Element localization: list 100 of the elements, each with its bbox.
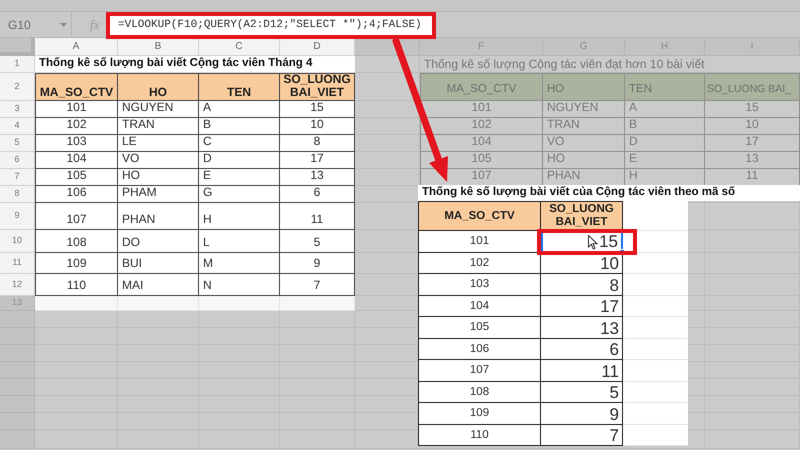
column-header[interactable]: C — [199, 38, 280, 56]
row-header[interactable]: 8 — [0, 186, 35, 203]
table-cell: 17 — [280, 152, 355, 169]
table-cell: 13 — [705, 152, 800, 169]
table-cell[interactable]: 10 — [541, 252, 623, 274]
table-cell: 10 — [280, 118, 355, 135]
header-cell — [0, 362, 35, 379]
header-cell — [0, 379, 35, 396]
formula-field[interactable]: =VLOOKUP(F10;QUERY(A2:D12;"SELECT *");4;FALSE) — [106, 12, 436, 39]
column-header[interactable]: D — [280, 38, 355, 56]
table-cell: 104 — [35, 152, 118, 169]
table-title: Thống kê số lượng bài viết của Cộng tác viên theo mã số — [418, 185, 800, 201]
table-cell: 104 — [420, 135, 543, 152]
table-cell: VO — [118, 152, 199, 169]
table-cell: 15 — [280, 101, 355, 118]
table-cell: TRAN — [543, 118, 625, 135]
table-cell: D — [199, 152, 280, 169]
table-cell: 17 — [705, 135, 800, 152]
row-header[interactable]: 7 — [0, 169, 35, 186]
table-cell[interactable]: 17 — [541, 296, 623, 317]
table-cell: 5 — [280, 230, 355, 253]
name-box[interactable]: G10 — [0, 12, 72, 37]
row-header[interactable]: 10 — [0, 230, 35, 253]
table-cell: M — [199, 253, 280, 274]
table-cell: H — [199, 203, 280, 230]
column-header[interactable]: B — [118, 38, 199, 56]
row-header[interactable]: 4 — [0, 118, 35, 135]
table-cell: NGUYEN — [118, 101, 199, 118]
table-cell: G — [199, 186, 280, 203]
column-heading: MA_SO_CTV — [418, 201, 541, 231]
table-cell: HO — [543, 152, 625, 169]
caret-icon — [60, 22, 67, 26]
grid-cell — [355, 169, 420, 186]
table-cell: C — [199, 135, 280, 152]
table-cell: 102 — [35, 118, 118, 135]
column-header[interactable]: A — [35, 38, 118, 56]
table-cell: 13 — [280, 169, 355, 186]
table-cell: 11 — [280, 203, 355, 230]
table-cell[interactable]: 7 — [541, 424, 623, 446]
grid-cell — [355, 56, 420, 73]
mouse-pointer-icon — [588, 235, 598, 250]
header-cell — [0, 328, 35, 345]
table-cell: L — [199, 230, 280, 253]
table-cell: D — [625, 135, 705, 152]
table-cell: A — [625, 101, 705, 118]
table-cell[interactable]: 6 — [541, 338, 623, 360]
header-cell — [0, 396, 35, 413]
table-cell: 110 — [418, 424, 541, 446]
table-cell[interactable]: 13 — [541, 317, 623, 338]
table-cell: HO — [118, 169, 199, 186]
table-cell: 106 — [418, 338, 541, 360]
table-cell: 9 — [280, 253, 355, 274]
header-cell — [0, 430, 35, 449]
table-cell: TRAN — [118, 118, 199, 135]
table-cell[interactable]: 9 — [541, 403, 623, 424]
row-header[interactable]: 9 — [0, 203, 35, 230]
row-header[interactable]: 2 — [0, 73, 35, 101]
row-header[interactable]: 3 — [0, 101, 35, 118]
table-cell: 107 — [418, 360, 541, 382]
table-cell: 7 — [280, 274, 355, 296]
table-cell[interactable]: 11 — [541, 360, 623, 382]
table-cell: 8 — [280, 135, 355, 152]
column-heading: TEN — [625, 73, 705, 101]
grid-cell — [355, 118, 420, 135]
table-cell: 110 — [35, 274, 118, 296]
table-cell: 109 — [35, 253, 118, 274]
header-cell — [0, 311, 35, 328]
table-cell: PHAN — [118, 203, 199, 230]
table-cell: 10 — [705, 118, 800, 135]
table-cell: PHAM — [118, 186, 199, 203]
row-header[interactable]: 11 — [0, 253, 35, 274]
column-heading: SO_LUONG BAI_ — [705, 73, 800, 101]
table-cell: B — [625, 118, 705, 135]
table-cell: BUI — [118, 253, 199, 274]
table-cell: 102 — [420, 118, 543, 135]
column-heading: SO_LUONG BAI_VIET — [280, 73, 355, 101]
table-cell: N — [199, 274, 280, 296]
column-heading: SO_LUONG BAI_VIET — [541, 201, 623, 231]
column-heading: HO — [118, 73, 199, 101]
table-cell: 6 — [280, 186, 355, 203]
table-cell: 108 — [35, 230, 118, 253]
table-cell: 107 — [35, 203, 118, 230]
table-cell: 105 — [418, 317, 541, 338]
table-cell: E — [625, 152, 705, 169]
table-cell: B — [199, 118, 280, 135]
table-title: Thống kê số lượng bài viết Cộng tác viên Tháng 4 — [35, 56, 355, 73]
table-cell[interactable]: 5 — [541, 382, 623, 403]
row-header[interactable]: 1 — [0, 56, 35, 73]
table-cell: LE — [118, 135, 199, 152]
table-cell: A — [199, 101, 280, 118]
column-heading: HO — [543, 73, 625, 101]
row-header[interactable]: 12 — [0, 274, 35, 296]
table-cell: VO — [543, 135, 625, 152]
table-cell: 103 — [418, 274, 541, 296]
row-header[interactable]: 6 — [0, 152, 35, 169]
grid-cell — [355, 73, 420, 101]
table-cell[interactable]: 8 — [541, 274, 623, 296]
column-heading: TEN — [199, 73, 280, 101]
table-cell: E — [199, 169, 280, 186]
row-header[interactable]: 5 — [0, 135, 35, 152]
